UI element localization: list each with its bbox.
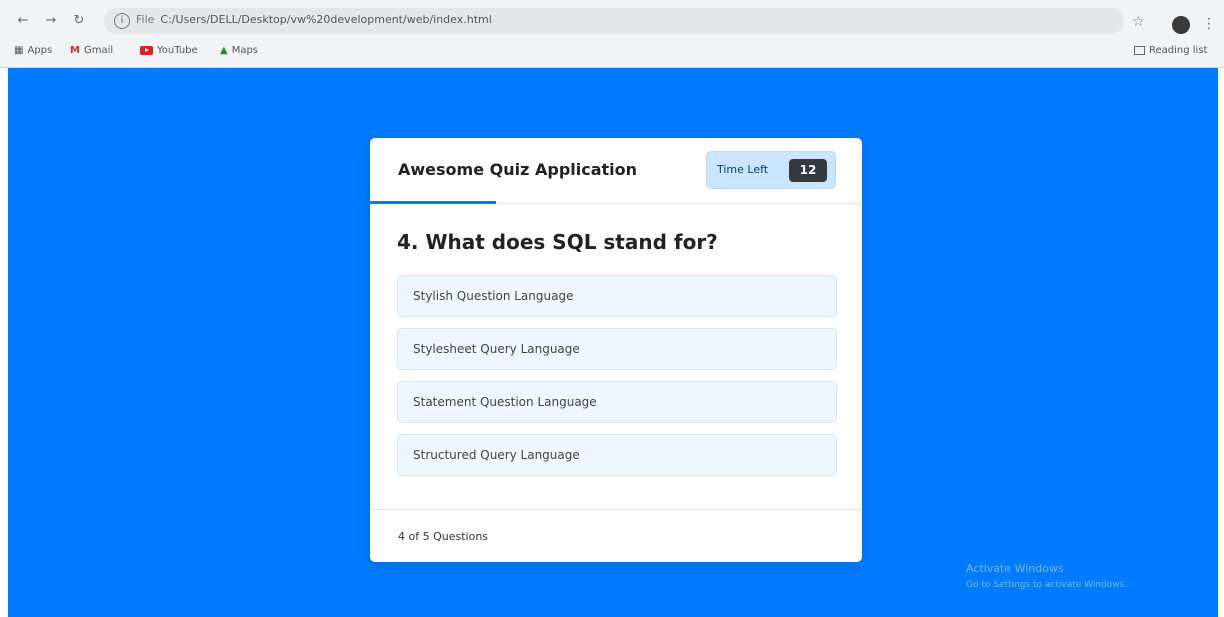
timer-seconds: 12 [789, 159, 827, 182]
app-title: Awesome Quiz Application [398, 160, 638, 179]
option-3[interactable]: Statement Question Language [397, 381, 837, 423]
timer: Time Left 12 [706, 151, 836, 189]
bookmark-gmail[interactable]: M Gmail [70, 45, 113, 56]
bookmarks-bar: ▦ Apps M Gmail YouTube ▲ Maps Reading li… [0, 42, 1224, 64]
gmail-icon: M [70, 45, 80, 56]
activate-windows-watermark: Activate Windows Go to Settings to activ… [966, 562, 1127, 590]
timer-label: Time Left [717, 163, 769, 176]
quiz-footer: 4 of 5 Questions [370, 509, 862, 562]
forward-arrow-icon[interactable]: → [40, 9, 62, 31]
reading-list-label: Reading list [1149, 45, 1208, 56]
address-path: C:/Users/DELL/Desktop/vw%20development/w… [160, 13, 492, 26]
option-1[interactable]: Stylish Question Language [397, 275, 837, 317]
bookmark-youtube[interactable]: YouTube [140, 45, 198, 56]
kebab-menu-icon[interactable]: ⋮ [1202, 16, 1216, 32]
bookmark-apps[interactable]: ▦ Apps [14, 45, 52, 56]
address-scheme: File [136, 13, 155, 26]
option-list: Stylish Question Language Stylesheet Que… [397, 275, 837, 487]
question-counter: 4 of 5 Questions [398, 530, 489, 543]
option-label: Stylesheet Query Language [413, 342, 580, 356]
option-label: Statement Question Language [413, 395, 597, 409]
reload-icon[interactable]: ↻ [68, 9, 90, 31]
profile-avatar[interactable] [1172, 16, 1190, 34]
option-2[interactable]: Stylesheet Query Language [397, 328, 837, 370]
question-text: 4. What does SQL stand for? [397, 230, 718, 254]
watermark-subtitle: Go to Settings to activate Windows. [966, 580, 1128, 590]
bookmark-label: Gmail [83, 45, 114, 56]
maps-icon: ▲ [220, 45, 228, 56]
reading-list-icon [1134, 46, 1145, 55]
reading-list[interactable]: Reading list [1134, 45, 1207, 56]
bookmark-label: Apps [27, 45, 53, 56]
watermark-title: Activate Windows [966, 562, 1064, 575]
bookmark-label: YouTube [157, 45, 198, 56]
page-background: Awesome Quiz Application Time Left 12 4.… [8, 68, 1218, 617]
option-label: Stylish Question Language [413, 289, 574, 303]
browser-toolbar: ← → ↻ i File C:/Users/DELL/Desktop/vw%20d… [0, 6, 1224, 36]
address-text[interactable]: File C:/Users/DELL/Desktop/vw%20developme… [136, 13, 492, 26]
apps-icon: ▦ [14, 45, 24, 56]
browser-chrome: ← → ↻ i File C:/Users/DELL/Desktop/vw%20d… [0, 0, 1224, 68]
quiz-box: Awesome Quiz Application Time Left 12 4.… [370, 138, 862, 562]
bookmark-maps[interactable]: ▲ Maps [220, 45, 258, 56]
quiz-header: Awesome Quiz Application Time Left 12 [370, 138, 862, 204]
option-label: Structured Query Language [413, 448, 580, 462]
option-4[interactable]: Structured Query Language [397, 434, 837, 476]
bookmark-label: Maps [231, 45, 259, 56]
info-icon[interactable]: i [114, 13, 130, 29]
youtube-icon [140, 46, 153, 55]
address-bar[interactable]: i File C:/Users/DELL/Desktop/vw%20develop… [104, 8, 1124, 34]
bookmark-star-icon[interactable]: ☆ [1132, 14, 1145, 30]
back-arrow-icon[interactable]: ← [12, 9, 34, 31]
time-progress-line [370, 201, 496, 204]
